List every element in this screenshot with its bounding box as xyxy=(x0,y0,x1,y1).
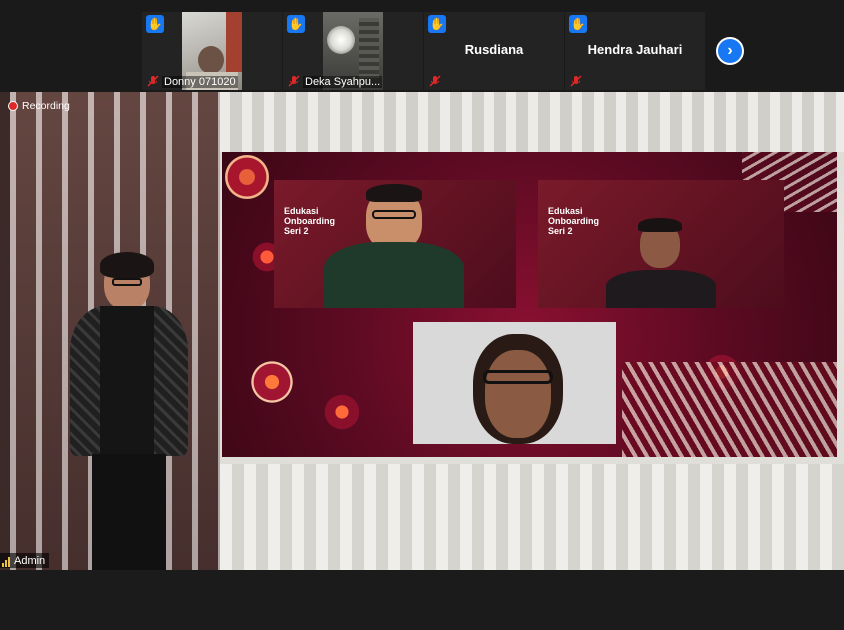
slide-title: Edukasi Onboarding Seri 2 xyxy=(284,206,335,236)
mic-muted-icon xyxy=(570,75,582,87)
participant-tile-donny[interactable]: ✋ Donny 071020 xyxy=(142,12,282,90)
recording-indicator: Recording xyxy=(8,100,70,112)
raise-hand-icon: ✋ xyxy=(287,15,305,33)
raise-hand-icon: ✋ xyxy=(146,15,164,33)
signal-icon xyxy=(2,555,11,567)
next-page-button[interactable]: › xyxy=(716,37,744,65)
virtual-background-screen: Edukasi Onboarding Seri 2 Edukasi Onboar… xyxy=(222,152,837,457)
slide-title: Edukasi Onboarding Seri 2 xyxy=(548,206,599,236)
recording-label: Recording xyxy=(22,100,70,112)
slide-panel-2: Edukasi Onboarding Seri 2 xyxy=(538,180,784,308)
raise-hand-icon: ✋ xyxy=(428,15,446,33)
participant-tile-rusdiana[interactable]: ✋ Rusdiana xyxy=(424,12,564,90)
chevron-right-icon: › xyxy=(727,42,733,59)
participant-name: Rusdiana xyxy=(464,42,524,57)
floor-wall xyxy=(220,464,844,570)
active-speaker-label: Admin xyxy=(0,553,50,568)
mic-muted-icon xyxy=(147,75,159,87)
record-icon xyxy=(8,101,18,111)
slide-panel-1: Edukasi Onboarding Seri 2 xyxy=(274,180,516,308)
main-video-stage: Edukasi Onboarding Seri 2 Edukasi Onboar… xyxy=(0,92,844,570)
participant-name: Deka Syahpu... xyxy=(303,76,383,88)
participant-strip: ✋ Donny 071020 ✋ Deka Syahpu... ✋ Rusdia… xyxy=(0,0,844,92)
back-wall xyxy=(220,92,844,152)
mic-muted-icon xyxy=(288,75,300,87)
stage-edge xyxy=(0,92,10,570)
participant-name: Hendra Jauhari xyxy=(587,42,683,57)
participant-name: Donny 071020 xyxy=(162,76,238,88)
bottom-bar xyxy=(0,570,844,630)
participant-tile-hendra[interactable]: ✋ Hendra Jauhari xyxy=(565,12,705,90)
raise-hand-icon: ✋ xyxy=(569,15,587,33)
active-speaker-name: Admin xyxy=(14,554,46,567)
participant-tile-deka[interactable]: ✋ Deka Syahpu... xyxy=(283,12,423,90)
presenter-video xyxy=(413,322,616,444)
mic-muted-icon xyxy=(429,75,441,87)
